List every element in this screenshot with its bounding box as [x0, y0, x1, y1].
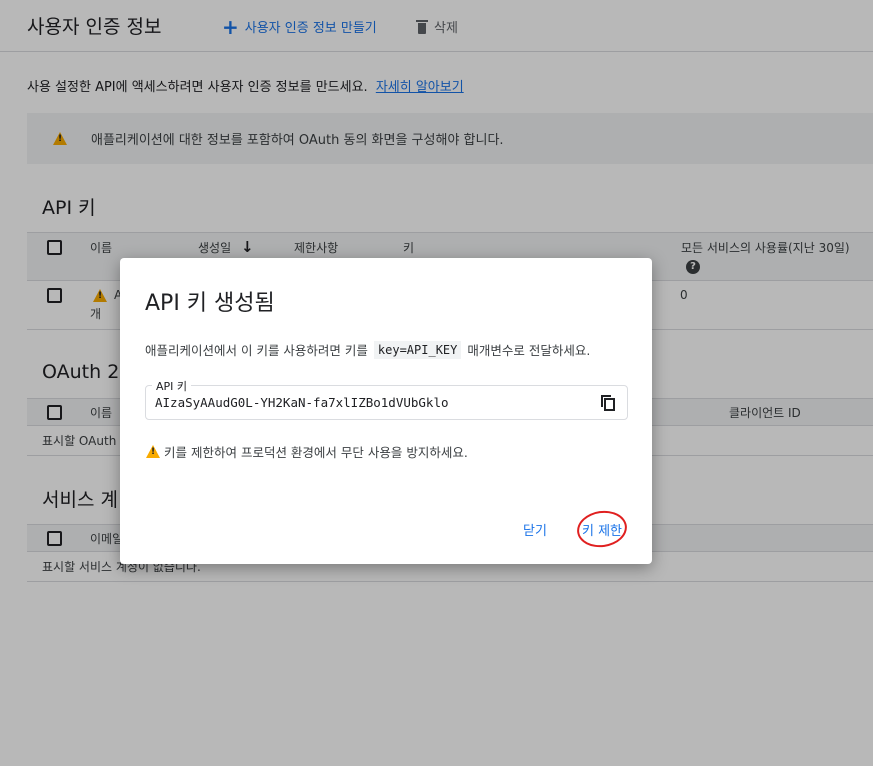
restrict-key-warning: 키를 제한하여 프로덕션 환경에서 무단 사용을 방지하세요. [146, 442, 468, 461]
warning-icon [146, 445, 160, 458]
dialog-description: 애플리케이션에서 이 키를 사용하려면 키를 key=API_KEY 매개변수로… [145, 340, 590, 359]
annotation-circle [574, 507, 630, 551]
api-key-value[interactable]: AIzaSyAAudG0L-YH2KaN-fa7xlIZBo1dVUbGklo [155, 395, 449, 410]
dialog-title: API 키 생성됨 [145, 291, 275, 316]
dialog-description-before: 애플리케이션에서 이 키를 사용하려면 키를 [145, 343, 368, 358]
api-key-field-label: API 키 [152, 378, 192, 394]
api-key-created-dialog: API 키 생성됨 애플리케이션에서 이 키를 사용하려면 키를 key=API… [120, 258, 652, 564]
restrict-key-warning-text: 키를 제한하여 프로덕션 환경에서 무단 사용을 방지하세요. [164, 445, 468, 460]
close-button[interactable]: 닫기 [523, 520, 547, 539]
api-key-field[interactable]: API 키 AIzaSyAAudG0L-YH2KaN-fa7xlIZBo1dVU… [145, 378, 628, 420]
credentials-page: 사용자 인증 정보 + 사용자 인증 정보 만들기 삭제 사용 설정한 API에… [0, 0, 873, 766]
key-param-code: key=API_KEY [373, 340, 462, 359]
copy-icon[interactable] [601, 395, 615, 411]
dialog-description-after: 매개변수로 전달하세요. [467, 343, 591, 358]
